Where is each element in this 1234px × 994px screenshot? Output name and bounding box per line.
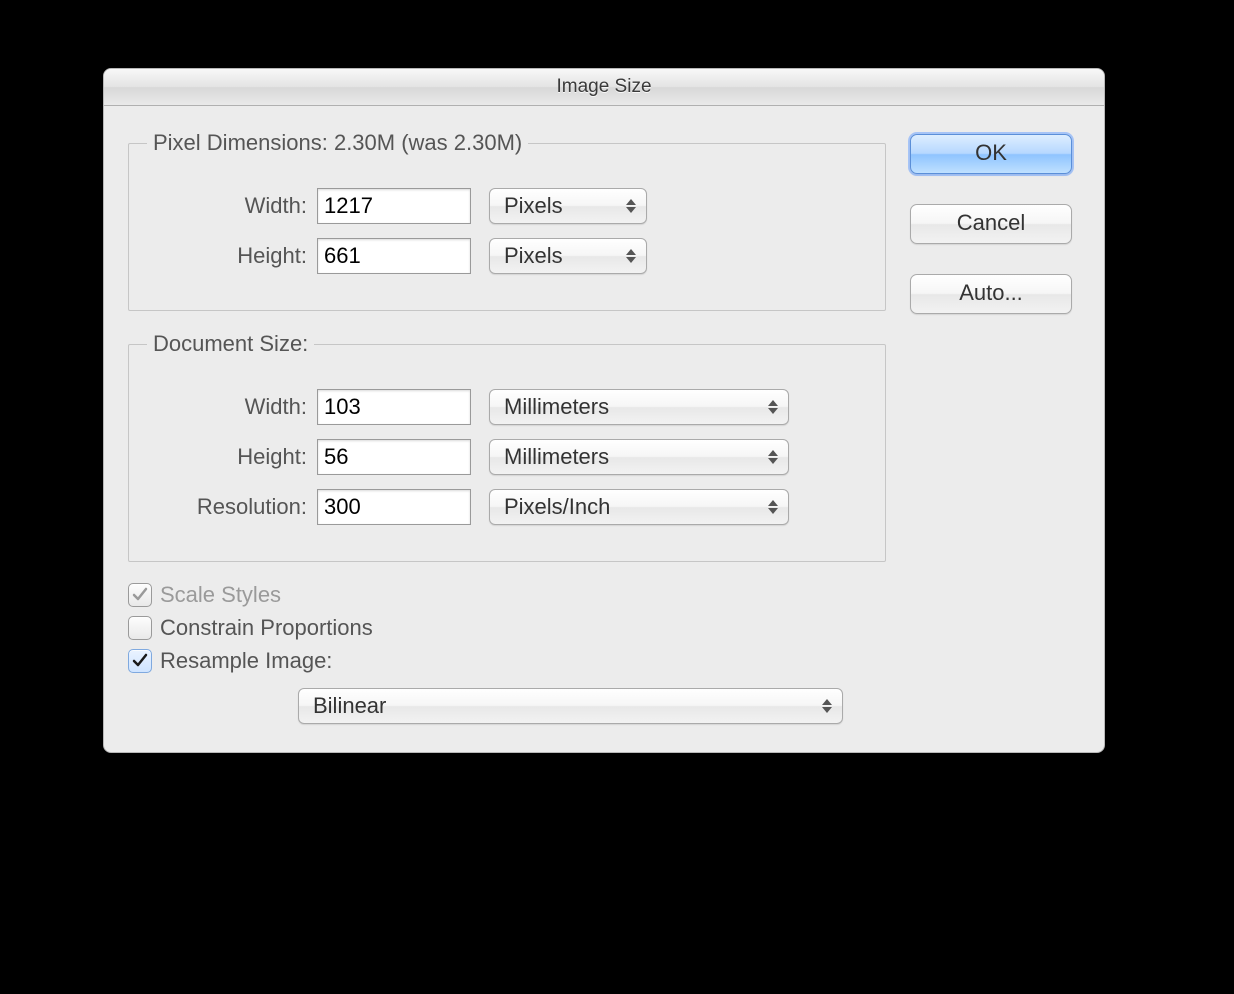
doc-width-unit-select[interactable]: Millimeters xyxy=(489,389,789,425)
constrain-proportions-label: Constrain Proportions xyxy=(160,615,373,641)
doc-width-unit-value: Millimeters xyxy=(504,394,609,420)
pixel-height-unit-value: Pixels xyxy=(504,243,563,269)
resample-method-value: Bilinear xyxy=(313,693,386,719)
stepper-icon xyxy=(764,446,782,468)
resample-image-row: Resample Image: xyxy=(128,648,886,674)
stepper-icon xyxy=(764,396,782,418)
button-column: OK Cancel Auto... xyxy=(910,130,1080,724)
pixel-width-row: Width: Pixels xyxy=(147,188,867,224)
constrain-proportions-checkbox[interactable] xyxy=(128,616,152,640)
pixel-dimensions-legend: Pixel Dimensions: 2.30M (was 2.30M) xyxy=(147,130,528,156)
doc-resolution-input[interactable] xyxy=(317,489,471,525)
check-icon xyxy=(132,653,148,669)
doc-resolution-row: Resolution: Pixels/Inch xyxy=(147,489,867,525)
resample-image-label: Resample Image: xyxy=(160,648,332,674)
pixel-height-label: Height: xyxy=(147,243,317,269)
scale-styles-label: Scale Styles xyxy=(160,582,281,608)
check-icon xyxy=(132,587,148,603)
doc-height-row: Height: Millimeters xyxy=(147,439,867,475)
resample-method-select[interactable]: Bilinear xyxy=(298,688,843,724)
form-column: Pixel Dimensions: 2.30M (was 2.30M) Widt… xyxy=(128,130,910,724)
pixel-width-label: Width: xyxy=(147,193,317,219)
dialog-content: Pixel Dimensions: 2.30M (was 2.30M) Widt… xyxy=(104,106,1104,752)
image-size-dialog: Image Size Pixel Dimensions: 2.30M (was … xyxy=(103,68,1105,753)
scale-styles-row: Scale Styles xyxy=(128,582,886,608)
doc-width-row: Width: Millimeters xyxy=(147,389,867,425)
pixel-width-unit-value: Pixels xyxy=(504,193,563,219)
ok-button[interactable]: OK xyxy=(910,134,1072,174)
pixel-height-input[interactable] xyxy=(317,238,471,274)
scale-styles-checkbox xyxy=(128,583,152,607)
doc-height-input[interactable] xyxy=(317,439,471,475)
constrain-proportions-row: Constrain Proportions xyxy=(128,615,886,641)
doc-resolution-unit-value: Pixels/Inch xyxy=(504,494,610,520)
document-size-group: Document Size: Width: Millimeters Height… xyxy=(128,331,886,562)
stepper-icon xyxy=(764,496,782,518)
doc-height-unit-select[interactable]: Millimeters xyxy=(489,439,789,475)
stepper-icon xyxy=(818,695,836,717)
doc-width-input[interactable] xyxy=(317,389,471,425)
cancel-button[interactable]: Cancel xyxy=(910,204,1072,244)
pixel-dimensions-group: Pixel Dimensions: 2.30M (was 2.30M) Widt… xyxy=(128,130,886,311)
doc-height-label: Height: xyxy=(147,444,317,470)
pixel-width-input[interactable] xyxy=(317,188,471,224)
stepper-icon xyxy=(622,245,640,267)
resample-method-row: Bilinear xyxy=(128,688,886,724)
resample-image-checkbox[interactable] xyxy=(128,649,152,673)
doc-height-unit-value: Millimeters xyxy=(504,444,609,470)
pixel-width-unit-select[interactable]: Pixels xyxy=(489,188,647,224)
document-size-legend: Document Size: xyxy=(147,331,314,357)
stepper-icon xyxy=(622,195,640,217)
pixel-height-unit-select[interactable]: Pixels xyxy=(489,238,647,274)
doc-resolution-label: Resolution: xyxy=(147,494,317,520)
pixel-height-row: Height: Pixels xyxy=(147,238,867,274)
doc-width-label: Width: xyxy=(147,394,317,420)
doc-resolution-unit-select[interactable]: Pixels/Inch xyxy=(489,489,789,525)
dialog-title: Image Size xyxy=(104,69,1104,106)
auto-button[interactable]: Auto... xyxy=(910,274,1072,314)
